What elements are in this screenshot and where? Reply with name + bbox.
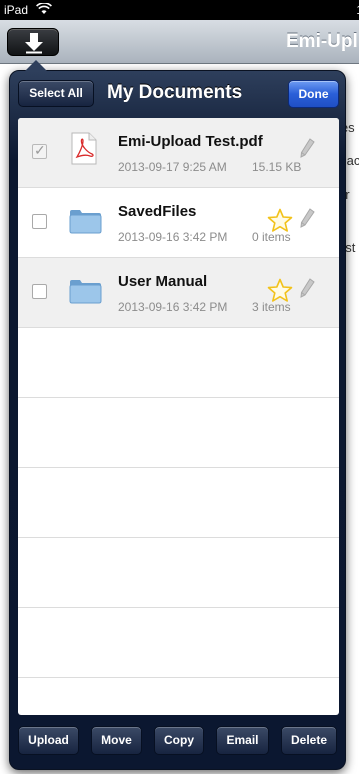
move-button[interactable]: Move [91,726,142,755]
item-name: SavedFiles [118,203,197,220]
star-icon[interactable] [267,278,293,308]
edit-pencil-icon[interactable] [299,138,315,163]
list-item[interactable]: ✓ Emi-Upload Test.pdf 2013-09-17 9:25 AM… [18,118,339,188]
status-bar: iPad 1 [0,0,359,20]
folder-icon [69,279,102,309]
item-name: User Manual [118,273,208,290]
my-documents-popover: Select All My Documents Done ✓ Emi-Uploa… [9,60,346,770]
empty-row [18,398,339,468]
wifi-icon [36,2,52,18]
item-date: 2013-09-17 9:25 AM [118,160,227,174]
bottom-toolbar: Upload Move Copy Email Delete [10,721,345,767]
empty-row [18,328,339,398]
download-button[interactable] [7,28,59,56]
done-button[interactable]: Done [288,80,339,108]
select-all-button[interactable]: Select All [18,80,94,107]
popover-title: My Documents [107,82,243,103]
carrier-label: iPad [4,3,29,17]
copy-button[interactable]: Copy [154,726,204,755]
document-list: ✓ Emi-Upload Test.pdf 2013-09-17 9:25 AM… [18,118,339,715]
popover-header: Select All My Documents Done [10,71,345,115]
row-checkbox[interactable] [32,214,47,229]
item-date: 2013-09-16 3:42 PM [118,230,228,244]
folder-icon [69,209,102,239]
item-size: 15.15 KB [252,160,302,174]
item-date: 2013-09-16 3:42 PM [118,300,228,314]
pdf-icon [71,132,97,170]
email-button[interactable]: Email [216,726,269,755]
item-name: Emi-Upload Test.pdf [118,133,263,150]
delete-button[interactable]: Delete [281,726,337,755]
row-checkbox[interactable]: ✓ [32,142,47,159]
list-item[interactable]: SavedFiles 2013-09-16 3:42 PM 0 items [18,188,339,258]
empty-row [18,538,339,608]
row-checkbox[interactable] [32,284,47,299]
edit-pencil-icon[interactable] [299,278,315,303]
empty-row [18,468,339,538]
empty-row [18,608,339,678]
download-arrow-icon [25,33,43,54]
star-icon[interactable] [267,208,293,238]
checkmark-icon: ✓ [34,142,46,158]
app-title: Emi-Upl [286,31,358,52]
list-item[interactable]: User Manual 2013-09-16 3:42 PM 3 items [18,258,339,328]
edit-pencil-icon[interactable] [299,208,315,233]
upload-button[interactable]: Upload [18,726,79,755]
